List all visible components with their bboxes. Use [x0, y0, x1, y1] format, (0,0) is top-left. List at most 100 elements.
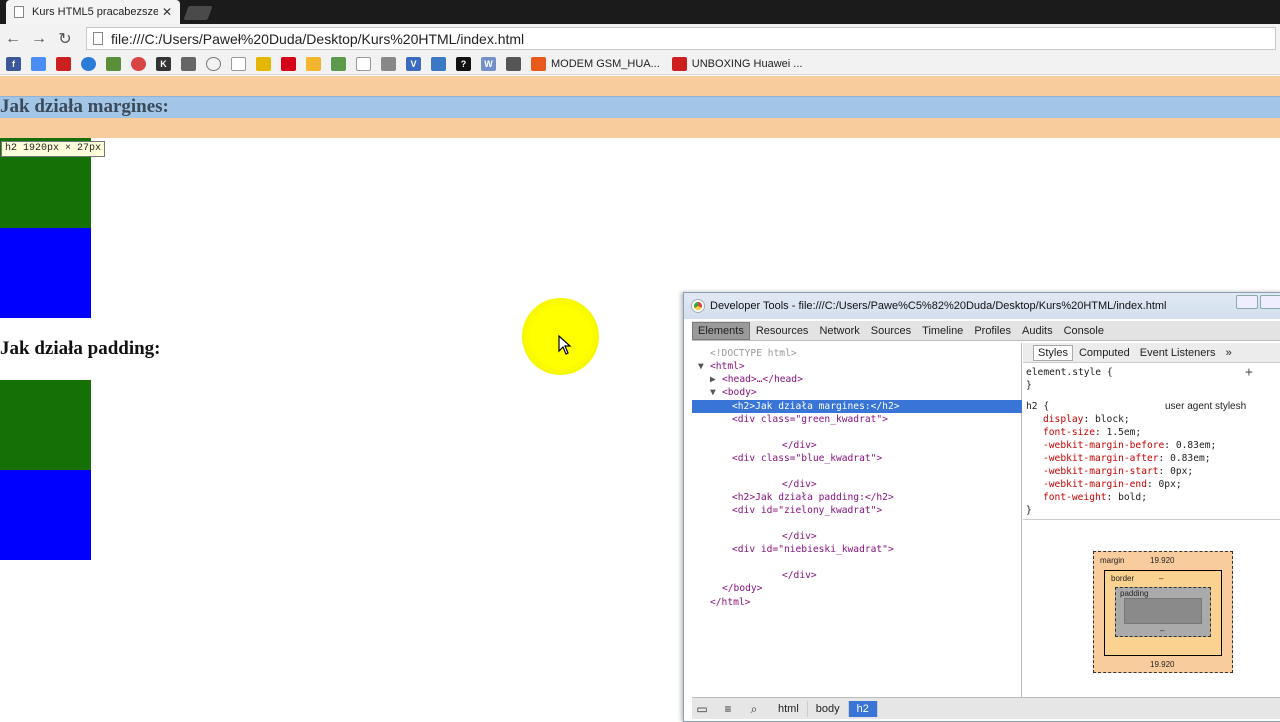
dom-div-niebieski[interactable]: <div id="niebieski_kwadrat">: [732, 543, 894, 556]
bookmark-modem[interactable]: MODEM GSM_HUA...: [531, 56, 660, 71]
styles-sidebar: Styles Computed Event Listeners » elemen…: [1023, 343, 1280, 697]
css-prop-display[interactable]: display: block;: [1043, 414, 1130, 425]
tab-elements[interactable]: Elements: [692, 321, 750, 340]
runner-icon[interactable]: [506, 56, 521, 71]
prop-value: 0px;: [1158, 479, 1182, 490]
kw-icon[interactable]: K: [156, 56, 171, 71]
dock-icon[interactable]: ▭: [692, 701, 712, 717]
inspect-tooltip: h2 1920px × 27px: [1, 141, 106, 157]
dom-body-close[interactable]: </body>: [722, 582, 762, 595]
back-arrow-icon[interactable]: ←: [0, 30, 26, 48]
sync-icon[interactable]: [81, 56, 96, 71]
css-prop-font-weight[interactable]: font-weight: bold;: [1043, 492, 1147, 503]
reload-icon[interactable]: ↻: [52, 29, 78, 49]
dom-doctype[interactable]: <!DOCTYPE html>: [710, 347, 797, 360]
dom-html-close[interactable]: </html>: [710, 596, 750, 609]
console-drawer-icon[interactable]: ≡: [718, 701, 738, 717]
shield-icon[interactable]: [256, 56, 271, 71]
tab-styles[interactable]: Styles: [1033, 344, 1073, 361]
tab-title: Kurs HTML5 pracabezszef: [32, 6, 158, 18]
flag-icon[interactable]: [281, 56, 296, 71]
css-prop-margin-start[interactable]: -webkit-margin-start: 0px;: [1043, 466, 1193, 477]
bookmark-unboxing[interactable]: UNBOXING Huawei ...: [671, 56, 802, 71]
breadcrumb-html[interactable]: html: [770, 700, 808, 717]
new-tab-button[interactable]: [183, 6, 213, 20]
tab-console[interactable]: Console: [1059, 323, 1109, 339]
dom-div-blue[interactable]: <div class="blue_kwadrat">: [732, 452, 882, 465]
help-icon[interactable]: ?: [456, 56, 471, 71]
prop-value: 0.83em;: [1175, 440, 1217, 451]
vs-icon[interactable]: V: [406, 56, 421, 71]
dom-div-close[interactable]: </div>: [782, 530, 817, 543]
margin-bottom-value[interactable]: 19.920: [1150, 660, 1174, 669]
breadcrumb-body[interactable]: body: [808, 700, 849, 717]
tab-timeline[interactable]: Timeline: [917, 323, 968, 339]
youtube-icon[interactable]: [56, 56, 71, 71]
tab-network[interactable]: Network: [814, 323, 864, 339]
tab-resources[interactable]: Resources: [751, 323, 814, 339]
padding-value[interactable]: –: [1160, 626, 1164, 635]
tab-computed[interactable]: Computed: [1075, 346, 1134, 360]
dom-h2-padding[interactable]: <h2>Jak działa padding:</h2>: [732, 491, 894, 504]
collapse-triangle-icon[interactable]: ▶: [710, 373, 716, 386]
dom-div-close[interactable]: </div>: [782, 439, 817, 452]
breadcrumb-h2[interactable]: h2: [848, 700, 878, 717]
margin-highlight-bottom: [0, 118, 1280, 138]
css-prop-margin-after[interactable]: -webkit-margin-after: 0.83em;: [1043, 453, 1211, 464]
address-bar[interactable]: file:///C:/Users/Paweł%20Duda/Desktop/Ku…: [86, 27, 1276, 50]
minimize-button[interactable]: [1236, 295, 1258, 309]
bookmark-icon[interactable]: [106, 56, 121, 71]
expand-triangle-icon[interactable]: ▼: [710, 386, 716, 399]
element-style-rule[interactable]: element.style {: [1026, 367, 1113, 378]
dom-html-open[interactable]: <html>: [710, 360, 745, 373]
search-icon[interactable]: ⌕: [744, 701, 764, 717]
css-prop-margin-end[interactable]: -webkit-margin-end: 0px;: [1043, 479, 1182, 490]
tools-icon[interactable]: [181, 56, 196, 71]
settings-icon[interactable]: [131, 56, 146, 71]
border-value[interactable]: –: [1159, 574, 1163, 583]
facebook-icon[interactable]: f: [6, 56, 21, 71]
page-icon[interactable]: [356, 56, 371, 71]
dom-tree: <!DOCTYPE html> ▼ <html> ▶ <head>…</head…: [692, 343, 1022, 697]
border-label: border: [1111, 574, 1135, 583]
box-model-padding: padding –: [1115, 587, 1211, 637]
tab-profiles[interactable]: Profiles: [969, 323, 1016, 339]
maximize-button[interactable]: [1260, 295, 1280, 309]
tab-event-listeners[interactable]: Event Listeners: [1136, 346, 1220, 360]
add-rule-icon[interactable]: +: [1245, 365, 1253, 380]
box-model-border: border – padding –: [1104, 570, 1222, 656]
prop-name: font-weight: [1043, 492, 1107, 503]
margin-top-value[interactable]: 19.920: [1150, 556, 1174, 565]
word-icon[interactable]: W: [481, 56, 496, 71]
tab-sources[interactable]: Sources: [866, 323, 916, 339]
avast-icon: [531, 56, 546, 71]
close-tab-icon[interactable]: ✕: [162, 5, 172, 19]
expand-triangle-icon[interactable]: ▼: [698, 360, 704, 373]
box-model-diagram: margin 19.920 border – padding – 19.920: [1093, 551, 1233, 673]
refresh-icon[interactable]: [206, 56, 221, 71]
google-icon[interactable]: [31, 56, 46, 71]
browser-tab[interactable]: Kurs HTML5 pracabezszef ✕: [6, 0, 180, 24]
cd-icon[interactable]: [331, 56, 346, 71]
note-icon[interactable]: [306, 56, 321, 71]
css-prop-margin-before[interactable]: -webkit-margin-before: 0.83em;: [1043, 440, 1216, 451]
devtools-title: Developer Tools - file:///C:/Users/Pawe%…: [710, 300, 1167, 312]
puzzle-icon[interactable]: [381, 56, 396, 71]
dom-head[interactable]: <head>…</head>: [722, 373, 803, 386]
dom-div-green[interactable]: <div class="green_kwadrat">: [732, 413, 888, 426]
dom-h2-margin-selected[interactable]: <h2>Jak działa margines:</h2>: [732, 400, 900, 413]
dom-div-close[interactable]: </div>: [782, 478, 817, 491]
dom-body-open[interactable]: <body>: [722, 386, 757, 399]
more-tabs-icon[interactable]: »: [1222, 346, 1236, 360]
document-icon[interactable]: [231, 56, 246, 71]
dom-div-close[interactable]: </div>: [782, 569, 817, 582]
bookmarks-bar: f K V ? W MODEM GSM_HUA... UNBOXING Huaw…: [0, 53, 1280, 75]
dom-div-zielony[interactable]: <div id="zielony_kwadrat">: [732, 504, 882, 517]
devtools-titlebar: Developer Tools - file:///C:/Users/Pawe%…: [684, 293, 1280, 319]
forward-arrow-icon[interactable]: →: [26, 30, 52, 48]
rule-selector[interactable]: h2 {: [1026, 401, 1049, 412]
developer-tools-window: Developer Tools - file:///C:/Users/Pawe%…: [683, 292, 1280, 722]
tab-audits[interactable]: Audits: [1017, 323, 1058, 339]
check-icon[interactable]: [431, 56, 446, 71]
css-prop-font-size[interactable]: font-size: 1.5em;: [1043, 427, 1141, 438]
